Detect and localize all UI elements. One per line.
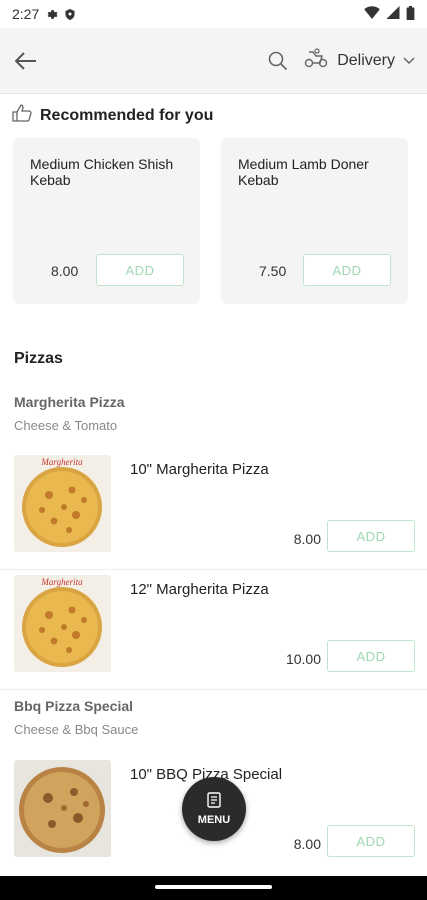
- recommended-header: Recommended for you: [12, 104, 213, 127]
- menu-item-row[interactable]: Margherita 10" Margherita Pizza 8.00 ADD: [0, 455, 427, 570]
- gear-icon: [45, 8, 58, 21]
- pizza-image: [14, 760, 111, 857]
- shield-icon: [64, 8, 76, 21]
- recommended-card[interactable]: Medium Lamb Doner Kebab 7.50 ADD: [221, 138, 408, 304]
- menu-book-icon: [207, 792, 221, 811]
- status-bar: 2:27: [0, 0, 427, 28]
- recommended-card[interactable]: Medium Chicken Shish Kebab 8.00 ADD: [13, 138, 200, 304]
- menu-button-label: MENU: [197, 814, 231, 826]
- menu-item-price: 10.00: [285, 651, 321, 667]
- menu-item-price: 8.00: [293, 836, 321, 852]
- menu-button[interactable]: MENU: [182, 777, 246, 841]
- scooter-icon: [303, 48, 329, 73]
- menu-item-row[interactable]: Margherita 12" Margherita Pizza 10.00 AD…: [0, 575, 427, 690]
- add-button[interactable]: ADD: [96, 254, 184, 286]
- group-subtitle: Cheese & Tomato: [14, 418, 118, 433]
- add-button[interactable]: ADD: [303, 254, 391, 286]
- signal-icon: [386, 6, 400, 22]
- chevron-down-icon: [403, 52, 415, 70]
- delivery-label: Delivery: [337, 51, 395, 69]
- add-button[interactable]: ADD: [327, 520, 415, 552]
- delivery-selector[interactable]: Delivery: [303, 48, 415, 73]
- status-time: 2:27: [12, 6, 40, 22]
- box-label: Margherita: [40, 577, 83, 587]
- battery-icon: [406, 5, 415, 23]
- wifi-icon: [364, 6, 380, 22]
- group-title: Bbq Pizza Special: [14, 698, 134, 714]
- section-title-pizzas: Pizzas: [14, 350, 63, 367]
- menu-item-name: 12" Margherita Pizza: [130, 581, 269, 598]
- group-title: Margherita Pizza: [14, 394, 125, 410]
- app-bar: Delivery: [0, 28, 427, 94]
- recommended-item-name: Medium Chicken Shish Kebab: [30, 156, 174, 188]
- recommended-title: Recommended for you: [40, 106, 214, 124]
- group-subtitle: Cheese & Bbq Sauce: [14, 722, 139, 737]
- menu-item-price: 8.00: [293, 531, 321, 547]
- home-handle[interactable]: [155, 885, 272, 889]
- recommended-item-price: 7.50: [259, 263, 287, 279]
- pizza-image: Margherita: [14, 455, 111, 552]
- recommended-item-name: Medium Lamb Doner Kebab: [238, 156, 369, 188]
- arrow-left-icon[interactable]: [12, 47, 40, 75]
- menu-item-name: 10" Margherita Pizza: [130, 461, 269, 478]
- box-label: Margherita: [40, 457, 83, 467]
- thumbs-up-icon: [12, 104, 32, 127]
- add-button[interactable]: ADD: [327, 825, 415, 857]
- system-nav-bar: [0, 876, 427, 900]
- recommended-item-price: 8.00: [51, 263, 79, 279]
- add-button[interactable]: ADD: [327, 640, 415, 672]
- pizza-image: Margherita: [14, 575, 111, 672]
- search-icon[interactable]: [265, 48, 291, 74]
